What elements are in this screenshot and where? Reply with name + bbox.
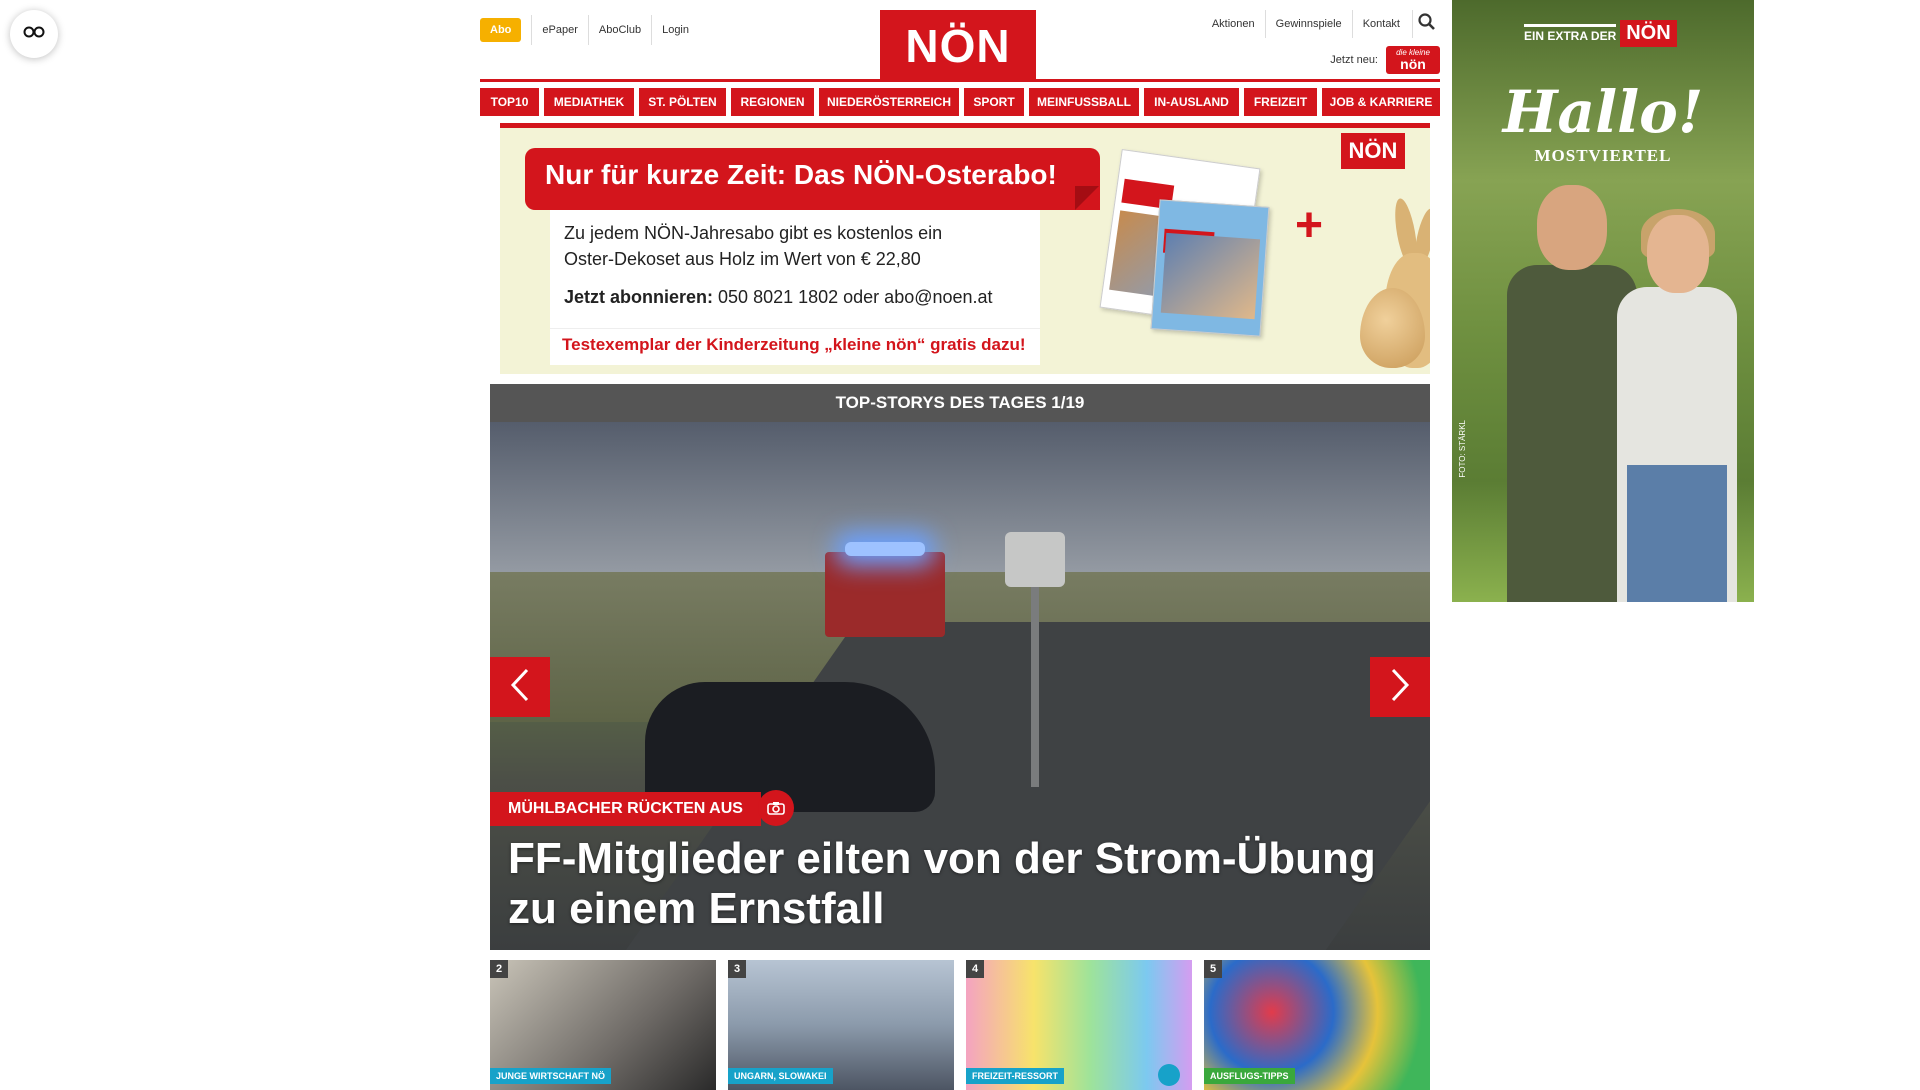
promo-cta-bold: Jetzt abonnieren: (564, 287, 714, 307)
aboclub-link[interactable]: AboClub (587, 15, 651, 45)
top-story-slider: TOP-STORYS DES TAGES 1/19 MÜHLBACHER RÜC… (490, 384, 1430, 950)
promo-cta-contact: 050 8021 1802 oder abo@noen.at (713, 287, 993, 307)
nav-item-niederösterreich[interactable]: NIEDERÖSTERREICH (819, 88, 959, 116)
ad-noen-logo: NÖN (1620, 20, 1677, 47)
nav-item-sport[interactable]: SPORT (964, 88, 1024, 116)
promo-extra: Testexemplar der Kinderzeitung „kleine n… (550, 328, 1040, 361)
kleine-noen-logo-main: nön (1400, 56, 1426, 72)
main-nav: TOP10 MEDIATHEK ST. PÖLTEN REGIONEN NIEDERÖS… (480, 88, 1440, 116)
kleine-noen-logo[interactable]: die kleine nön (1386, 46, 1440, 74)
plus-sign: + (1295, 199, 1324, 252)
story-thumbnail[interactable]: 3 UNGARN, SLOWAKEI (728, 960, 954, 1090)
camera-icon (758, 790, 794, 826)
gewinnspiele-link[interactable]: Gewinnspiele (1264, 10, 1352, 38)
top-story-image[interactable]: MÜHLBACHER RÜCKTEN AUS FF-Mitglieder eil… (490, 422, 1430, 950)
top-right-links: Aktionen Gewinnspiele Kontakt (1202, 10, 1440, 38)
easter-bunny-image (1355, 196, 1430, 368)
story-thumbnail[interactable]: 2 JUNGE WIRTSCHAFT NÖ (490, 960, 716, 1090)
promo-line-1: Zu jedem NÖN-Jahresabo gibt es kostenlos… (564, 223, 943, 243)
thumbnail-category-tag[interactable]: UNGARN, SLOWAKEI (728, 1068, 833, 1084)
top-left-links: Abo ePaper AboClub Login (480, 15, 699, 45)
epaper-link[interactable]: ePaper (531, 15, 587, 45)
ad-extra-text: EIN EXTRA DER (1524, 24, 1617, 43)
nav-item-regionen[interactable]: REGIONEN (731, 88, 814, 116)
nav-item-mediathek[interactable]: MEDIATHEK (544, 88, 634, 116)
promo-cta: Jetzt abonnieren: 050 8021 1802 oder abo… (564, 287, 1026, 308)
promo-noen-logo: NÖN (1341, 133, 1405, 169)
ad-photo-credit: FOTO: STÄRKL (1458, 420, 1467, 478)
promo-headline-tail (1075, 186, 1099, 210)
aktionen-link[interactable]: Aktionen (1202, 10, 1265, 38)
nav-item-freizeit[interactable]: FREIZEIT (1244, 88, 1317, 116)
promo-headline: Nur für kurze Zeit: Das NÖN-Osterabo! (525, 148, 1100, 210)
ad-headline: Hallo! (1502, 78, 1704, 146)
accessibility-button[interactable] (10, 10, 58, 58)
thumbnail-number: 3 (728, 960, 746, 978)
camera-icon (1158, 1064, 1180, 1086)
slider-prev-button[interactable] (490, 657, 550, 717)
story-thumbnail[interactable]: 5 AUSFLUGS-TIPPS (1204, 960, 1430, 1090)
chevron-right-icon (1390, 668, 1410, 707)
story-thumbnails: 2 JUNGE WIRTSCHAFT NÖ 3 UNGARN, SLOWAKEI 4 FR… (490, 960, 1430, 1090)
story-category-tag[interactable]: MÜHLBACHER RÜCKTEN AUS (490, 792, 761, 826)
nav-item-in-ausland[interactable]: IN-AUSLAND (1144, 88, 1239, 116)
thumbnail-category-tag[interactable]: FREIZEIT-RESSORT (966, 1068, 1065, 1084)
thumbnail-number: 5 (1204, 960, 1222, 978)
nav-item-meinfussball[interactable]: MEINFUSSBALL (1029, 88, 1139, 116)
nav-item-top10[interactable]: TOP10 (480, 88, 539, 116)
jetzt-neu: Jetzt neu: die kleine nön (1330, 46, 1440, 74)
advertisement[interactable]: EIN EXTRA DER NÖN Hallo! MOSTVIERTEL FOT… (1452, 0, 1754, 602)
promo-banner[interactable]: Nur für kurze Zeit: Das NÖN-Osterabo! Zu… (500, 123, 1430, 374)
main-column: Abo ePaper AboClub Login NÖN Aktionen Ge… (480, 0, 1440, 1090)
chevron-left-icon (510, 668, 530, 707)
nav-item-st-pölten[interactable]: ST. PÖLTEN (639, 88, 726, 116)
noen-logo[interactable]: NÖN (880, 10, 1036, 82)
kontakt-link[interactable]: Kontakt (1351, 10, 1410, 38)
search-icon (1418, 13, 1435, 35)
thumbnail-number: 4 (966, 960, 984, 978)
slider-next-button[interactable] (1370, 657, 1430, 717)
search-button[interactable] (1412, 10, 1440, 38)
story-headline[interactable]: FF-Mitglieder eilten von der Strom-Übung… (508, 834, 1408, 934)
abo-button[interactable]: Abo (480, 18, 522, 42)
top-story-bar: TOP-STORYS DES TAGES 1/19 (490, 384, 1430, 422)
ad-header: EIN EXTRA DER NÖN (1524, 20, 1677, 47)
ad-subline: MOSTVIERTEL (1534, 146, 1672, 165)
site-header: Abo ePaper AboClub Login NÖN Aktionen Ge… (480, 0, 1440, 82)
kids-newspaper (1150, 199, 1270, 337)
newspaper-image (1099, 149, 1280, 343)
thumbnail-category-tag[interactable]: AUSFLUGS-TIPPS (1204, 1068, 1295, 1084)
promo-line-2: Oster-Dekoset aus Holz im Wert von € 22,… (564, 249, 921, 269)
jetzt-neu-label: Jetzt neu: (1330, 54, 1378, 66)
nav-item-job-karriere[interactable]: JOB & KARRIERE (1322, 88, 1440, 116)
ad-person-woman (1617, 209, 1737, 602)
thumbnail-category-tag[interactable]: JUNGE WIRTSCHAFT NÖ (490, 1068, 611, 1084)
login-link[interactable]: Login (651, 15, 699, 45)
glasses-icon (23, 25, 45, 43)
story-thumbnail[interactable]: 4 FREIZEIT-RESSORT (966, 960, 1192, 1090)
thumbnail-number: 2 (490, 960, 508, 978)
